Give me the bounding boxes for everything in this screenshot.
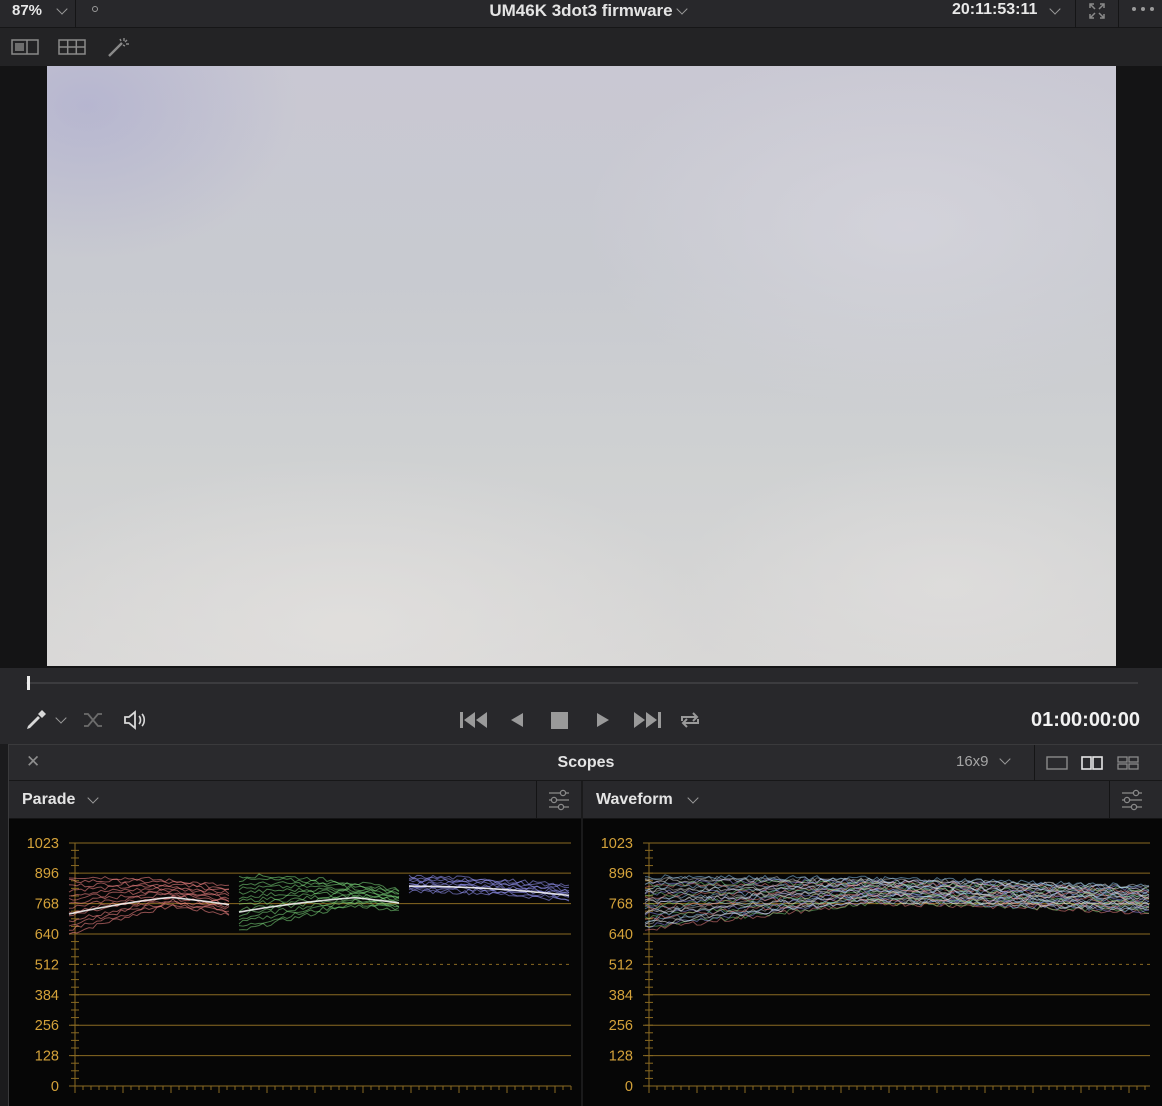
waveform-panel: Waveform 1023 896 768 640 512 384 256 128 0 xyxy=(583,781,1162,1106)
y-tick-label: 768 xyxy=(609,897,633,913)
scopes-header: ✕ Scopes 16x9 xyxy=(9,745,1162,781)
y-tick-label: 384 xyxy=(609,988,633,1004)
go-to-start-icon[interactable] xyxy=(459,711,489,729)
marker-dot-icon[interactable] xyxy=(92,6,98,12)
aspect-dropdown[interactable]: 16x9 xyxy=(956,753,989,770)
waveform-graph: 1023 896 768 640 512 384 256 128 0 xyxy=(601,836,1150,1095)
scope-type-dropdown[interactable]: Parade xyxy=(22,791,75,809)
parade-graph: 1023 896 768 640 512 384 256 128 0 xyxy=(27,836,572,1095)
scope-settings-button[interactable] xyxy=(536,781,580,819)
shuffle-icon[interactable] xyxy=(82,711,104,729)
red-channel-trace xyxy=(68,876,230,935)
y-tick-label: 1023 xyxy=(27,836,59,852)
y-tick-label: 256 xyxy=(609,1018,633,1034)
scrubber-track[interactable] xyxy=(26,682,1138,684)
waveform-trace xyxy=(644,874,1150,931)
source-timecode: 20:11:53:11 xyxy=(952,1,1038,18)
viewer-title-bar: 87% UM46K 3dot3 firmware 20:11:53:11 xyxy=(0,0,1162,28)
video-frame xyxy=(47,66,1116,666)
trace-line xyxy=(68,878,230,890)
y-tick-label: 128 xyxy=(609,1049,633,1065)
parade-panel: Parade 1023 896 768 640 512 384 256 128 0 xyxy=(9,781,581,1106)
parade-header: Parade xyxy=(9,781,581,819)
y-tick-label: 640 xyxy=(609,927,633,943)
chevron-down-icon[interactable] xyxy=(87,792,99,804)
split-view-icon[interactable] xyxy=(11,38,39,56)
parade-plot: 1023 896 768 640 512 384 256 128 0 xyxy=(9,819,581,1106)
speaker-icon[interactable] xyxy=(123,710,149,730)
transport-bar: 01:00:00:00 xyxy=(0,668,1162,744)
y-tick-label: 256 xyxy=(35,1018,59,1034)
viewer-toolbar xyxy=(0,28,1162,66)
y-tick-label: 768 xyxy=(35,897,59,913)
video-viewer[interactable] xyxy=(0,66,1162,668)
play-icon[interactable] xyxy=(595,712,611,728)
scope-type-dropdown[interactable]: Waveform xyxy=(596,791,673,809)
chevron-down-icon xyxy=(56,3,68,15)
blue-channel-trace xyxy=(408,874,570,902)
magic-wand-icon[interactable] xyxy=(106,36,132,58)
chevron-down-icon[interactable] xyxy=(1049,3,1061,15)
waveform-plot: 1023 896 768 640 512 384 256 128 0 xyxy=(583,819,1162,1106)
sliders-icon xyxy=(1122,789,1142,811)
y-tick-label: 512 xyxy=(609,957,633,973)
play-reverse-icon[interactable] xyxy=(509,712,525,728)
eyedropper-icon[interactable] xyxy=(24,708,48,732)
y-tick-label: 896 xyxy=(35,866,59,882)
chevron-down-icon[interactable] xyxy=(687,792,699,804)
y-tick-label: 640 xyxy=(35,927,59,943)
y-tick-label: 128 xyxy=(35,1049,59,1065)
zoom-value: 87% xyxy=(12,2,43,19)
dual-scope-layout-icon[interactable] xyxy=(1081,756,1103,770)
go-to-end-icon[interactable] xyxy=(632,711,662,729)
y-tick-label: 1023 xyxy=(601,836,633,852)
scopes-window: ✕ Scopes 16x9 Parade 1023 896 768 640 51… xyxy=(8,744,1162,1106)
record-timecode: 01:00:00:00 xyxy=(1031,709,1140,731)
chevron-down-icon[interactable] xyxy=(676,3,688,15)
y-tick-label: 0 xyxy=(51,1079,59,1095)
zoom-dropdown[interactable]: 87% xyxy=(0,0,76,28)
trace-line xyxy=(238,898,400,921)
y-tick-label: 896 xyxy=(609,866,633,882)
single-scope-layout-icon[interactable] xyxy=(1046,756,1068,770)
divider xyxy=(1118,0,1119,28)
divider xyxy=(1034,745,1035,781)
stop-icon[interactable] xyxy=(551,712,568,729)
scope-settings-button[interactable] xyxy=(1109,781,1153,819)
grid-view-icon[interactable] xyxy=(58,38,86,56)
chevron-down-icon[interactable] xyxy=(55,712,67,724)
waveform-header: Waveform xyxy=(583,781,1162,819)
playhead[interactable] xyxy=(27,676,30,690)
sliders-icon xyxy=(549,789,569,811)
y-tick-label: 512 xyxy=(35,957,59,973)
green-channel-trace xyxy=(238,873,400,931)
quad-scope-layout-icon[interactable] xyxy=(1117,756,1139,770)
scopes-title: Scopes xyxy=(557,754,615,771)
fullscreen-icon[interactable] xyxy=(1088,2,1106,20)
y-tick-label: 0 xyxy=(625,1079,633,1095)
y-tick-label: 384 xyxy=(35,988,59,1004)
loop-icon[interactable] xyxy=(678,710,702,730)
more-options-icon[interactable] xyxy=(1131,6,1157,12)
divider xyxy=(1075,0,1076,28)
